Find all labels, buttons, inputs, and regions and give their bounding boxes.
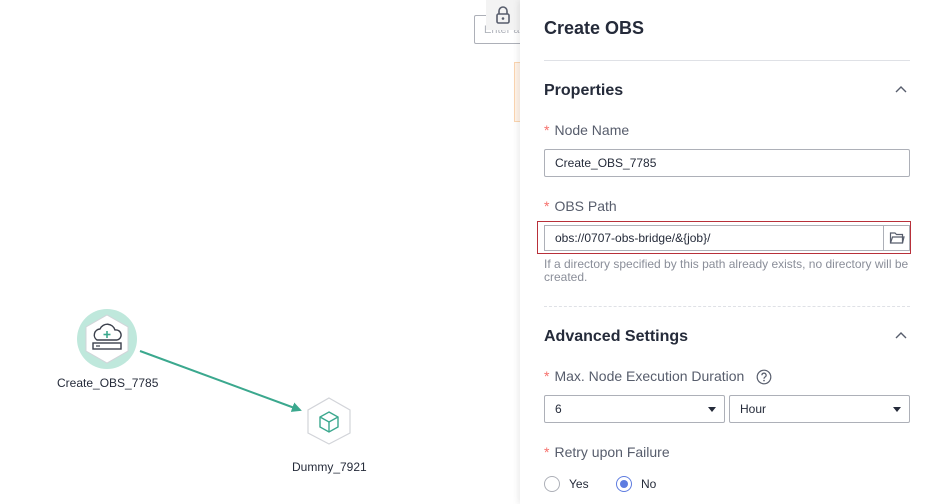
- chevron-up-icon[interactable]: [894, 329, 908, 343]
- help-icon[interactable]: [756, 369, 772, 385]
- required-mark: *: [544, 444, 550, 460]
- required-mark: *: [544, 198, 550, 214]
- obs-path-label: * OBS Path: [544, 198, 617, 214]
- required-mark: *: [544, 368, 550, 384]
- caret-down-icon: [893, 407, 901, 412]
- obs-path-hint: If a directory specified by this path al…: [544, 257, 909, 284]
- title-divider: [544, 60, 910, 61]
- node-label-dummy: Dummy_7921: [292, 460, 367, 474]
- max-duration-unit-select[interactable]: Hour: [729, 395, 910, 423]
- radio-button[interactable]: [544, 476, 560, 492]
- connection-layer: [139, 350, 302, 412]
- node-create-obs[interactable]: [76, 308, 138, 370]
- section-title-properties: Properties: [544, 82, 624, 99]
- section-divider: [544, 306, 910, 307]
- node-label-create-obs: Create_OBS_7785: [57, 376, 159, 390]
- retry-option-no[interactable]: No: [616, 476, 656, 492]
- folder-icon: [889, 232, 905, 244]
- obs-path-input[interactable]: [544, 225, 884, 251]
- node-connection-arrow[interactable]: [139, 350, 302, 412]
- browse-folder-button[interactable]: [883, 225, 910, 251]
- retry-label: * Retry upon Failure: [544, 444, 670, 460]
- retry-option-yes[interactable]: Yes: [544, 476, 589, 492]
- panel-title: Create OBS: [544, 18, 645, 38]
- radio-button-selected[interactable]: [616, 476, 632, 492]
- max-duration-label: * Max. Node Execution Duration: [544, 368, 772, 385]
- lock-button[interactable]: [486, 0, 520, 30]
- required-mark: *: [544, 122, 550, 138]
- lock-icon: [496, 6, 510, 24]
- max-duration-value-select[interactable]: 6: [544, 395, 725, 423]
- chevron-up-icon[interactable]: [894, 83, 908, 97]
- obs-path-field-highlight: [537, 221, 911, 254]
- section-title-advanced: Advanced Settings: [544, 328, 689, 345]
- node-name-label: * Node Name: [544, 122, 630, 138]
- node-dummy[interactable]: [304, 396, 354, 446]
- properties-panel: Create OBS Properties *Node Name *OBS Pa…: [520, 0, 928, 504]
- workflow-canvas[interactable]: Create_OBS_7785 Dummy_7921: [0, 0, 534, 504]
- caret-down-icon: [708, 407, 716, 412]
- node-name-input[interactable]: [544, 149, 910, 177]
